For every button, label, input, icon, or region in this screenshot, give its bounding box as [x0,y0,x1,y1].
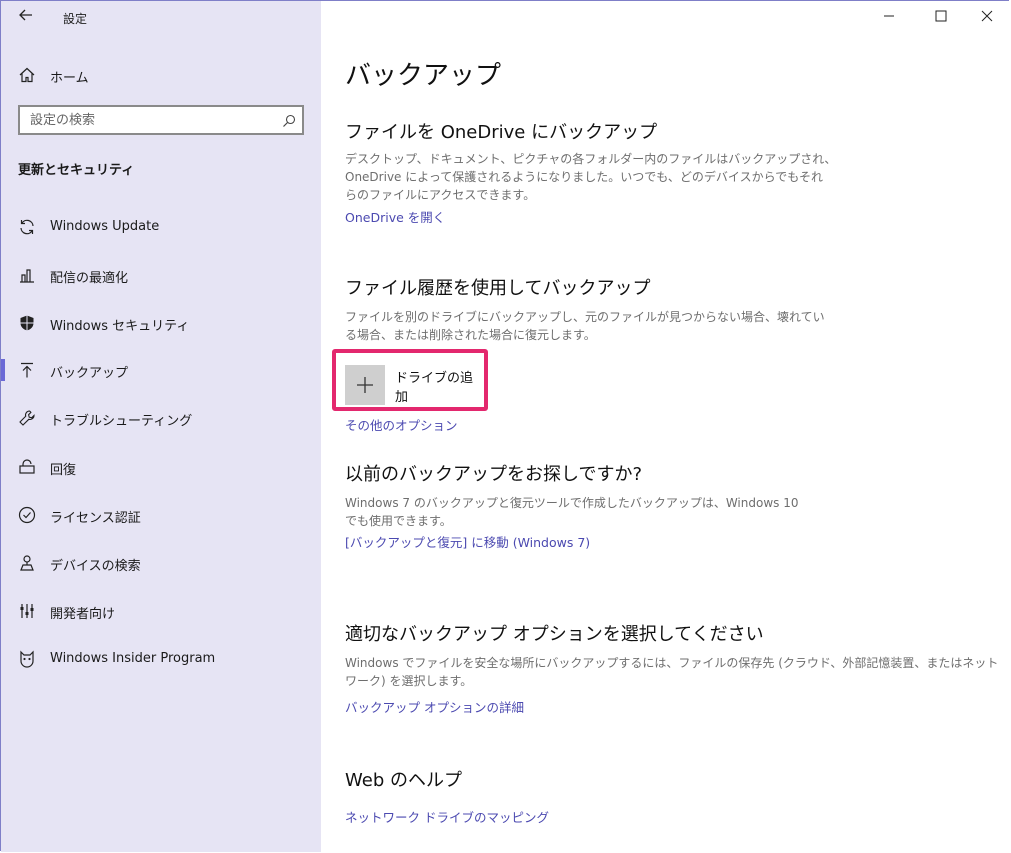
insider-cat-icon [18,650,36,668]
sidebar-item-delivery-optimization[interactable]: 配信の最適化 [1,255,321,295]
add-drive-label: ドライブの追加 [395,371,474,405]
description-line: でも使用できます。 [345,514,452,528]
check-circle-icon [18,506,36,524]
delivery-optimization-icon [18,266,36,284]
active-indicator [1,359,5,381]
shield-icon [18,314,36,332]
sidebar-item-label: ライセンス認証 [50,511,141,526]
search-icon[interactable] [282,113,296,127]
description-line: る場合、または削除された場合に復元します。 [345,328,596,342]
description-line: Windows でファイルを安全な場所にバックアップするには、ファイルの保存先 … [345,656,999,670]
sidebar-item-label: トラブルシューティング [50,414,193,429]
onedrive-description: デスクトップ、ドキュメント、ピクチャの各フォルダー内のファイルはバックアップされ… [345,150,836,204]
sync-icon [18,218,36,236]
sidebar-item-label: バックアップ [50,366,129,381]
settings-window: 設定 ホーム 更新とセキュリティ Windows Update 配信 [0,0,1010,852]
onedrive-heading: ファイルを OneDrive にバックアップ [345,122,658,143]
sidebar-item-for-developers[interactable]: 開発者向け [1,591,321,631]
sidebar-item-label: 開発者向け [50,607,116,622]
more-options-link[interactable]: その他のオプション [345,415,458,434]
sidebar-item-find-my-device[interactable]: デバイスの検索 [1,543,321,583]
web-help-heading: Web のヘルプ [345,770,462,791]
file-history-description: ファイルを別のドライブにバックアップし、元のファイルが見つからない場合、壊れてい… [345,308,825,344]
description-line: ワーク) を選択します。 [345,674,473,688]
close-icon[interactable] [964,3,1010,33]
search-input[interactable] [28,112,272,129]
map-network-drive-link[interactable]: ネットワーク ドライブのマッピング [345,807,549,826]
home-icon [18,66,36,84]
choose-option-heading: 適切なバックアップ オプションを選択してください [345,624,764,645]
page-title: バックアップ [345,61,502,91]
sidebar-item-home[interactable]: ホーム [1,59,321,91]
search-box [18,105,304,135]
sidebar-item-windows-update[interactable]: Windows Update [1,207,321,247]
sidebar-item-backup[interactable]: バックアップ [1,350,321,390]
backup-arrow-icon [18,361,36,379]
back-arrow-icon[interactable] [15,7,37,29]
sidebar-item-label: Windows セキュリティ [50,319,190,334]
sidebar-item-label: デバイスの検索 [50,559,141,574]
wrench-icon [18,409,36,427]
find-device-icon [18,554,36,572]
developer-icon [18,602,36,620]
titlebar-left: 設定 [1,1,321,35]
backup-restore-link[interactable]: [バックアップと復元] に移動 (Windows 7) [345,532,590,551]
sidebar: 設定 ホーム 更新とセキュリティ Windows Update 配信 [1,1,321,852]
choose-option-description: Windows でファイルを安全な場所にバックアップするには、ファイルの保存先 … [345,654,998,690]
description-line: デスクトップ、ドキュメント、ピクチャの各フォルダー内のファイルはバックアップされ… [345,152,837,166]
sidebar-item-troubleshoot[interactable]: トラブルシューティング [1,398,321,438]
sidebar-item-label: Windows Update [50,219,160,234]
backup-options-details-link[interactable]: バックアップ オプションの詳細 [345,697,524,716]
maximize-icon[interactable] [918,3,964,33]
sidebar-item-windows-insider[interactable]: Windows Insider Program [1,639,321,679]
open-onedrive-link[interactable]: OneDrive を開く [345,207,445,226]
description-line: ファイルを別のドライブにバックアップし、元のファイルが見つからない場合、壊れてい [345,310,825,324]
sidebar-item-label: 回復 [50,463,77,478]
plus-icon [345,365,385,405]
app-title: 設定 [63,12,88,26]
sidebar-item-windows-security[interactable]: Windows セキュリティ [1,303,321,343]
minimize-icon[interactable] [866,3,912,33]
recovery-icon [18,458,36,476]
sidebar-item-label: 配信の最適化 [50,271,129,286]
older-backup-description: Windows 7 のバックアップと復元ツールで作成したバックアップは、Wind… [345,494,798,530]
description-line: OneDrive によって保護されるようになりました。いつでも、どのデバイスから… [345,170,823,184]
sidebar-item-recovery[interactable]: 回復 [1,447,321,487]
older-backup-heading: 以前のバックアップをお探しですか? [345,464,643,485]
sidebar-item-label: Windows Insider Program [50,651,216,666]
sidebar-item-activation[interactable]: ライセンス認証 [1,495,321,535]
home-label: ホーム [50,71,89,86]
file-history-heading: ファイル履歴を使用してバックアップ [345,278,651,299]
add-drive-button[interactable]: ドライブの追加 [345,364,485,406]
description-line: Windows 7 のバックアップと復元ツールで作成したバックアップは、Wind… [345,496,799,510]
description-line: らのファイルにアクセスできます。 [345,188,536,202]
section-title: 更新とセキュリティ [18,163,135,178]
main-content: バックアップ ファイルを OneDrive にバックアップ デスクトップ、ドキュ… [321,1,1010,852]
